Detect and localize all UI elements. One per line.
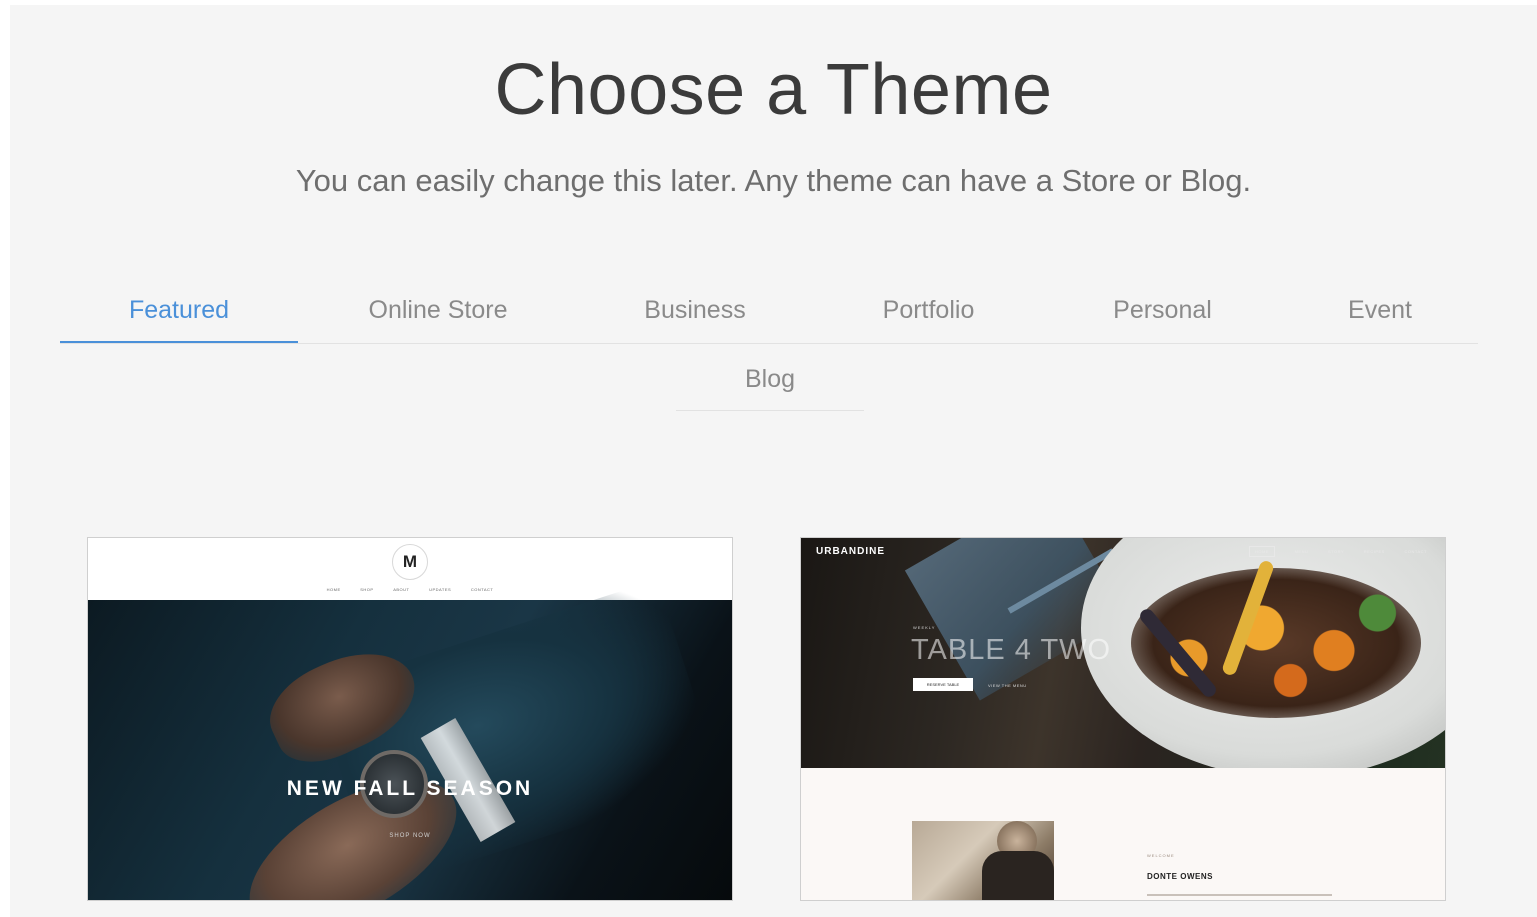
preview-nav-item: CONTACT bbox=[1404, 549, 1427, 554]
tab-portfolio[interactable]: Portfolio bbox=[836, 287, 1021, 343]
preview-nav-item: MENU bbox=[1294, 549, 1309, 554]
tab-blog[interactable]: Blog bbox=[676, 356, 864, 411]
theme-preview-hero-image: URBANDINE HOME MENU STORY RECIPES CONTAC… bbox=[801, 538, 1445, 778]
theme-preview-headline: NEW FALL SEASON bbox=[286, 777, 534, 800]
preview-nav-item: ABOUT bbox=[393, 587, 410, 592]
theme-card-restaurant[interactable]: URBANDINE HOME MENU STORY RECIPES CONTAC… bbox=[800, 537, 1446, 901]
theme-preview-lower-section: WELCOME DONTE OWENS bbox=[801, 768, 1445, 900]
preview-nav-item: HOME bbox=[326, 587, 341, 592]
page-subtitle: You can easily change this later. Any th… bbox=[295, 163, 1252, 198]
preview-nav-item: SHOP bbox=[360, 587, 374, 592]
theme-brand: URBANDINE bbox=[816, 546, 885, 557]
tab-featured[interactable]: Featured bbox=[60, 287, 298, 343]
theme-logo: M bbox=[392, 544, 428, 580]
text-placeholder-line bbox=[1147, 894, 1332, 896]
chef-apron-image bbox=[982, 851, 1054, 900]
theme-preview-nav: HOME MENU STORY RECIPES CONTACT bbox=[1231, 546, 1427, 557]
theme-preview-hero-image: NEW FALL SEASON SHOP NOW bbox=[88, 579, 732, 900]
person-name: DONTE OWENS bbox=[1147, 872, 1213, 881]
theme-preview-headline: TABLE 4 TWO bbox=[911, 634, 1112, 666]
preview-nav-item: STORY bbox=[1328, 549, 1345, 554]
theme-preview-kicker: WEEKLY bbox=[913, 625, 936, 630]
section-kicker: WELCOME bbox=[1147, 853, 1175, 858]
theme-chooser-page: Choose a Theme You can easily change thi… bbox=[10, 5, 1537, 917]
theme-preview-cta: SHOP NOW bbox=[389, 833, 431, 839]
category-tabs: Featured Online Store Business Portfolio… bbox=[60, 287, 1478, 344]
theme-card-fashion[interactable]: M HOME SHOP ABOUT UPDATES CONTACT NEW FA… bbox=[87, 537, 733, 901]
preview-nav-item: UPDATES bbox=[429, 587, 452, 592]
tab-online-store[interactable]: Online Store bbox=[318, 287, 558, 343]
preview-nav-item: HOME bbox=[1248, 546, 1275, 557]
theme-preview-button: RESERVE TABLE bbox=[913, 678, 973, 691]
tab-event[interactable]: Event bbox=[1300, 287, 1460, 343]
tab-personal[interactable]: Personal bbox=[1070, 287, 1255, 343]
preview-nav-item: CONTACT bbox=[470, 587, 494, 592]
tab-business[interactable]: Business bbox=[600, 287, 790, 343]
page-title: Choose a Theme bbox=[494, 50, 1053, 130]
chef-photo bbox=[912, 821, 1054, 900]
theme-preview-link: VIEW THE MENU bbox=[988, 683, 1027, 688]
preview-nav-item: RECIPES bbox=[1363, 549, 1385, 554]
